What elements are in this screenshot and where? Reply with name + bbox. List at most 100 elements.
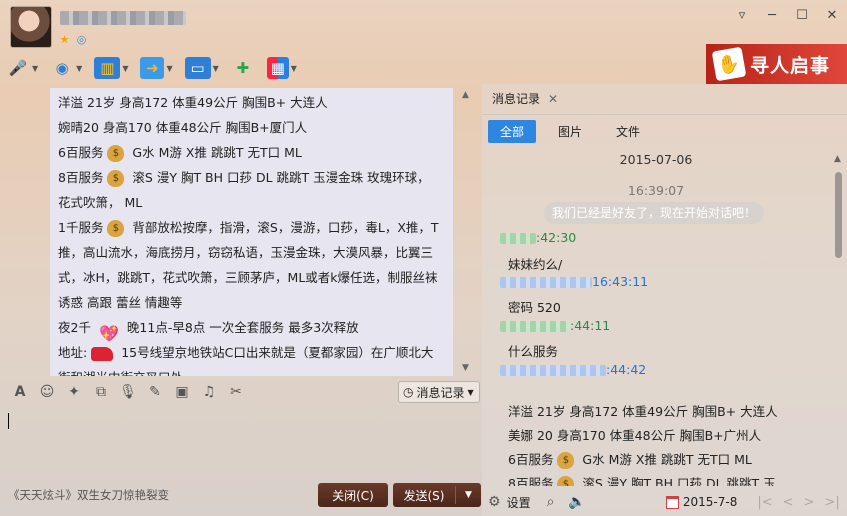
message-time: :44:11 [570, 318, 611, 333]
scissors-icon[interactable]: ✂ [226, 384, 246, 400]
qq-penguin-icon: ✋ [711, 46, 747, 82]
remote-desktop-button[interactable]: ▥ ▼ [94, 54, 128, 82]
page-navigation: |< < > >| [757, 495, 839, 510]
create-discussion-button[interactable]: ✚ [231, 54, 255, 82]
chevron-down-icon: ▼ [122, 63, 129, 73]
minimize-icon[interactable]: ─ [765, 8, 779, 23]
line-text: 8百服务 [58, 170, 104, 185]
history-panel: 消息记录 ✕ 全部 图片 文件 2015-07-06 16:39:07 我们已经… [482, 84, 847, 516]
filter-images[interactable]: 图片 [546, 120, 594, 143]
history-message-list[interactable]: 2015-07-06 16:39:07 我们已经是好友了，现在开始对话吧！ :4… [482, 150, 830, 486]
video-call-button[interactable]: ◉ ▼ [50, 54, 83, 82]
prev-page-icon[interactable]: < [783, 495, 794, 510]
chat-add-icon: ✚ [236, 59, 250, 77]
message-input[interactable] [0, 405, 482, 481]
date-separator: 2015-07-06 [619, 152, 693, 167]
sender-line: :44:42 [500, 362, 646, 377]
chevron-down-icon: ▼ [76, 63, 83, 73]
qzone-icon[interactable]: ◎ [75, 33, 88, 46]
doodle-icon[interactable]: ✎ [145, 384, 165, 400]
image-icon[interactable]: ▣ [172, 384, 192, 400]
message-history-button[interactable]: ◷ 消息记录 ▼ [398, 381, 480, 403]
star-icon[interactable]: ★ [58, 33, 71, 46]
gear-icon[interactable]: ⚙ [488, 494, 501, 510]
scroll-up-icon[interactable]: ▲ [834, 154, 841, 164]
chat-scrollbar[interactable]: ▲ ▼ [459, 88, 475, 376]
message-line: 洋溢 21岁 身高172 体重49公斤 胸围B+ 大连人 [58, 90, 445, 115]
close-tab-icon[interactable]: ✕ [548, 92, 558, 106]
send-file-button[interactable]: ➜ ▼ [140, 54, 173, 82]
chevron-down-icon: ▼ [212, 63, 219, 73]
footer-ad-link[interactable]: 《天天炫斗》双生女刀惊艳裂变 [8, 487, 169, 503]
emoji-icon[interactable]: ☺ [37, 384, 57, 400]
message-line: 地址: 15号线望京地铁站C口出来就是（夏都家园）在广顺北大街和湖光中街交叉口处 [58, 340, 445, 376]
line-text: 8百服务 [508, 476, 554, 486]
line-text: G水 M游 X推 跳跳T 无T口 ML [128, 145, 302, 160]
message-line: 6百服务 $ G水 M游 X推 跳跳T 无T口 ML [508, 448, 830, 472]
line-text: 美娜 20 身高170 体重48公斤 胸围B+广州人 [508, 428, 762, 443]
history-scrollbar[interactable]: ▲ [830, 150, 847, 486]
camera-icon: ◉ [55, 59, 69, 77]
line-text: 洋溢 21岁 身高172 体重49公斤 胸围B+ 大连人 [508, 404, 778, 419]
music-icon[interactable]: ♫ [199, 384, 219, 400]
message-line: 8百服务 $ 滚S 漫Y 胸T BH 口莏 DL 跳跳T 玉 [508, 472, 830, 486]
font-icon[interactable]: A [10, 384, 30, 400]
contact-avatar[interactable] [10, 6, 52, 48]
message-history-label: 消息记录 [416, 385, 465, 400]
voice-message-icon[interactable]: 🎙 [118, 384, 138, 400]
tab-message-history[interactable]: 消息记录 ✕ [492, 90, 558, 107]
sender-line: 16:43:11 [500, 274, 648, 289]
message-line: 美娜 20 身高170 体重48公斤 胸围B+广州人 [508, 424, 830, 448]
folder-arrow-icon: ➜ [140, 57, 165, 79]
settings-link[interactable]: 设置 [507, 494, 531, 511]
money-bag-icon: $ [107, 145, 125, 162]
contact-nickname-blurred [60, 11, 186, 25]
maximize-icon[interactable]: ☐ [795, 8, 809, 23]
money-bag-icon: $ [557, 476, 575, 486]
filter-files[interactable]: 文件 [604, 120, 652, 143]
ad-banner[interactable]: ✋ 寻人启事 [706, 44, 847, 84]
chat-message-area[interactable]: 洋溢 21岁 身高172 体重49公斤 胸围B+ 大连人 婉晴20 身高170 体… [0, 88, 478, 376]
sender-name-blurred [500, 277, 592, 288]
skin-dropdown-icon[interactable]: ▿ [735, 8, 749, 23]
history-message: 什么服务 [508, 344, 559, 359]
speaker-icon[interactable]: 🔈 [568, 494, 585, 510]
time-separator: 16:39:07 [627, 183, 685, 198]
clock-icon: ◷ [403, 385, 414, 399]
line-text: 婉晴20 身高170 体重48公斤 胸围B+厦门人 [58, 120, 308, 135]
chevron-down-icon: ▼ [166, 63, 173, 73]
chevron-down-icon: ▼ [290, 63, 297, 73]
scrollbar-thumb[interactable] [835, 172, 842, 258]
close-icon[interactable]: ✕ [825, 8, 839, 23]
screenshot-icon[interactable]: ⧉ [91, 384, 111, 400]
last-page-icon[interactable]: >| [824, 495, 839, 510]
sender-line: :42:30 [500, 230, 576, 245]
date-value: 2015-7-8 [682, 495, 738, 509]
search-icon[interactable]: ⌕ [547, 494, 555, 510]
chat-message-bubble: 洋溢 21岁 身高172 体重49公斤 胸围B+ 大连人 婉晴20 身高170 体… [50, 88, 453, 376]
message-line: 婉晴20 身高170 体重48公斤 胸围B+厦门人 [58, 115, 445, 140]
send-options-chevron-icon[interactable]: ▼ [456, 490, 481, 500]
screen-share-button[interactable]: ▭ ▼ [184, 54, 219, 82]
next-page-icon[interactable]: > [804, 495, 815, 510]
scroll-down-icon[interactable]: ▼ [462, 363, 469, 373]
send-button[interactable]: 发送(S) ▼ [393, 483, 481, 507]
line-text: 洋溢 21岁 身高172 体重49公斤 胸围B+ 大连人 [58, 95, 328, 110]
message-time: :42:30 [536, 230, 577, 245]
line-text: 1千服务 [58, 220, 104, 235]
chevron-down-icon: ▼ [32, 63, 39, 73]
microphone-icon: 🎤 [8, 59, 28, 77]
scroll-up-icon[interactable]: ▲ [462, 90, 469, 100]
voice-call-button[interactable]: 🎤 ▼ [6, 54, 39, 82]
shake-icon[interactable]: ✦ [64, 384, 84, 400]
apps-button[interactable]: ▦ ▼ [266, 54, 297, 82]
chevron-down-icon: ▼ [467, 387, 474, 397]
line-text: 滚S 漫Y 胸T BH 口莏 DL 跳跳T 玉 [578, 476, 776, 486]
status-icons: ★ ◎ [58, 33, 88, 46]
history-filters: 全部 图片 文件 [488, 120, 652, 143]
history-long-message: 洋溢 21岁 身高172 体重49公斤 胸围B+ 大连人 美娜 20 身高170 … [508, 400, 830, 486]
first-page-icon[interactable]: |< [757, 495, 772, 510]
date-picker[interactable]: 2015-7-8 [665, 495, 738, 509]
filter-all[interactable]: 全部 [488, 120, 537, 143]
close-button[interactable]: 关闭(C) [318, 483, 388, 507]
